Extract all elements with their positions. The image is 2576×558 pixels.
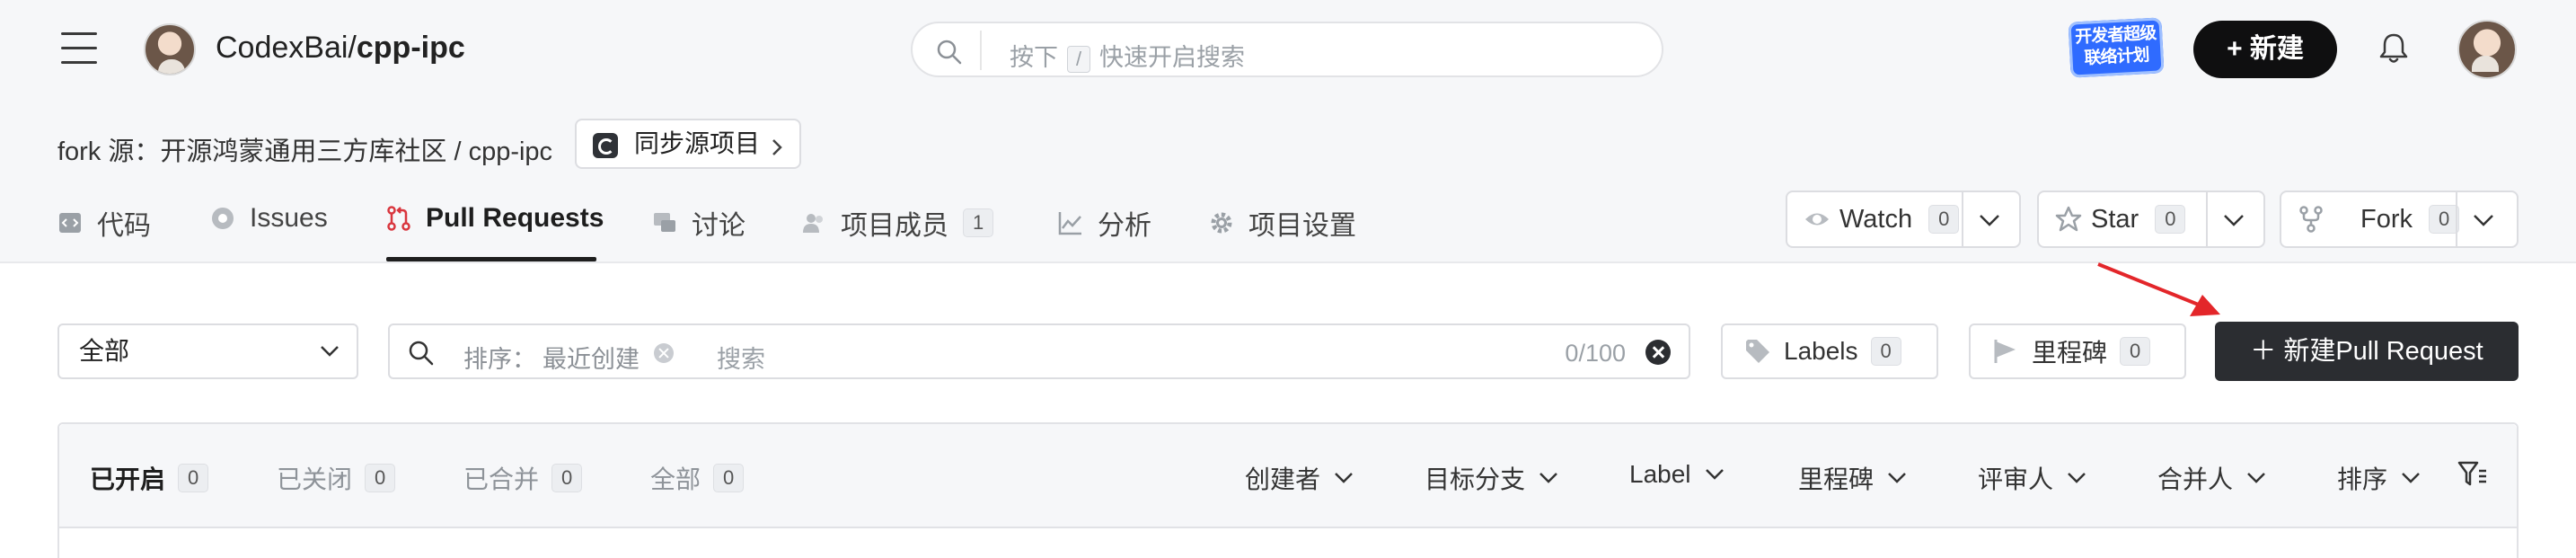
labels-count: 0 — [1870, 337, 1901, 366]
star-button[interactable]: Star 0 — [2037, 190, 2265, 248]
merger-dropdown[interactable]: 合并人 — [2157, 460, 2267, 496]
plus-icon: ＋ — [2250, 337, 2284, 366]
repo-header: CodexBai/cpp-ipc 按下 / 快速开启搜索 开发者超级联络计划 + 新… — [0, 0, 2576, 263]
milestone-dropdown[interactable]: 里程碑 — [1798, 460, 1908, 496]
members-icon — [803, 214, 823, 233]
search-icon — [937, 40, 962, 65]
chart-icon — [1058, 212, 1081, 235]
chevron-down-icon — [1705, 469, 1724, 480]
sync-icon — [593, 133, 618, 158]
chevron-down-icon — [1335, 473, 1353, 483]
state-tab-closed[interactable]: 已关闭 0 — [277, 460, 396, 496]
repo-name[interactable]: cpp-ipc — [357, 31, 465, 65]
state-tab-open[interactable]: 已开启 0 — [90, 460, 209, 496]
shortcut-key: / — [1067, 46, 1090, 73]
tab-members[interactable]: 项目成员 1 — [801, 203, 994, 243]
chevron-down-icon[interactable] — [1978, 212, 2001, 228]
tab-pull-requests[interactable]: Pull Requests — [386, 203, 604, 234]
milestone-count: 0 — [2120, 337, 2151, 366]
tab-code[interactable]: 代码 — [57, 203, 151, 243]
menu-icon[interactable] — [61, 32, 97, 65]
chevron-down-icon — [2402, 473, 2420, 483]
sort-value[interactable]: 最近创建 — [543, 340, 640, 375]
char-counter: 0/100 — [1565, 340, 1626, 367]
sync-source-button[interactable]: 同步源项目 — [575, 119, 801, 169]
tab-issues[interactable]: Issues — [210, 203, 328, 234]
author-dropdown[interactable]: 创建者 — [1245, 460, 1354, 496]
discussion-icon — [654, 213, 675, 232]
watch-button[interactable]: Watch 0 — [1786, 190, 2021, 248]
fork-icon — [2299, 206, 2323, 233]
eye-icon — [1805, 213, 1829, 226]
members-count: 1 — [963, 208, 994, 237]
sort-dropdown[interactable]: 排序 — [2337, 460, 2422, 496]
global-search[interactable]: 按下 / 快速开启搜索 — [911, 22, 1663, 77]
sort-label: 排序： — [463, 346, 536, 373]
developer-program-badge[interactable]: 开发者超级联络计划 — [2068, 17, 2165, 78]
gear-icon — [1211, 212, 1232, 234]
tab-analytics[interactable]: 分析 — [1058, 203, 1151, 243]
pull-request-icon — [387, 206, 410, 231]
tab-settings[interactable]: 项目设置 — [1209, 203, 1356, 243]
star-icon — [2055, 206, 2082, 232]
search-icon — [409, 341, 434, 366]
chevron-down-icon — [1539, 473, 1557, 483]
watch-count: 0 — [1928, 205, 1960, 234]
owner-avatar[interactable] — [144, 23, 196, 75]
labels-filter-button[interactable]: Labels 0 — [1721, 323, 1938, 379]
user-avatar[interactable] — [2457, 20, 2517, 79]
annotation-arrow — [2097, 262, 2220, 316]
tab-discussion[interactable]: 讨论 — [652, 203, 745, 243]
reviewer-dropdown[interactable]: 评审人 — [1978, 460, 2087, 496]
clear-search-icon[interactable] — [1645, 340, 1671, 365]
chevron-down-icon — [2247, 473, 2265, 483]
star-count: 0 — [2155, 205, 2186, 234]
repo-owner[interactable]: CodexBai/ — [216, 31, 357, 65]
repo-title[interactable]: CodexBai/cpp-ipc — [216, 31, 465, 66]
label-dropdown[interactable]: Label — [1629, 460, 1725, 489]
bell-icon[interactable] — [2378, 32, 2409, 65]
milestone-flag-icon — [1994, 340, 2016, 363]
search-placeholder: 按下 / 快速开启搜索 — [1010, 44, 1245, 73]
plus-icon: + — [2227, 34, 2250, 64]
fork-source[interactable]: fork 源：开源鸿蒙通用三方库社区 / cpp-ipc — [57, 130, 552, 168]
chevron-down-icon[interactable] — [2222, 212, 2245, 228]
closed-count: 0 — [365, 464, 396, 492]
all-count: 0 — [713, 464, 745, 492]
remove-sort-icon[interactable] — [654, 343, 674, 363]
state-tab-merged[interactable]: 已合并 0 — [463, 460, 583, 496]
new-button[interactable]: + 新建 — [2193, 21, 2337, 78]
pull-request-list: 已开启 0 已关闭 0 已合并 0 全部 0 创建者 目标分支 Label 里程… — [57, 422, 2519, 558]
list-header: 已开启 0 已关闭 0 已合并 0 全部 0 创建者 目标分支 Label 里程… — [59, 424, 2517, 528]
new-pull-request-button[interactable]: ＋ 新建Pull Request — [2215, 322, 2519, 381]
active-tab-indicator — [386, 257, 596, 261]
open-count: 0 — [178, 464, 209, 492]
fork-button[interactable]: Fork 0 — [2280, 190, 2519, 248]
merged-count: 0 — [551, 464, 583, 492]
issue-icon — [212, 208, 234, 229]
chevron-down-icon[interactable] — [2472, 212, 2495, 228]
chevron-down-icon — [2068, 473, 2086, 483]
chevron-down-icon — [1888, 473, 1906, 483]
code-icon — [59, 213, 81, 233]
chevron-right-icon — [772, 139, 782, 155]
pr-search[interactable]: 排序： 最近创建 搜索 0/100 — [388, 323, 1690, 379]
milestone-filter-button[interactable]: 里程碑 0 — [1969, 323, 2186, 379]
filter-icon[interactable] — [2457, 460, 2488, 489]
scope-select[interactable]: 全部 — [57, 323, 358, 379]
search-input[interactable]: 搜索 — [717, 340, 765, 375]
chevron-down-icon — [321, 346, 339, 357]
target-branch-dropdown[interactable]: 目标分支 — [1425, 460, 1559, 496]
tag-icon — [1746, 340, 1769, 363]
state-tab-all[interactable]: 全部 0 — [650, 460, 745, 496]
